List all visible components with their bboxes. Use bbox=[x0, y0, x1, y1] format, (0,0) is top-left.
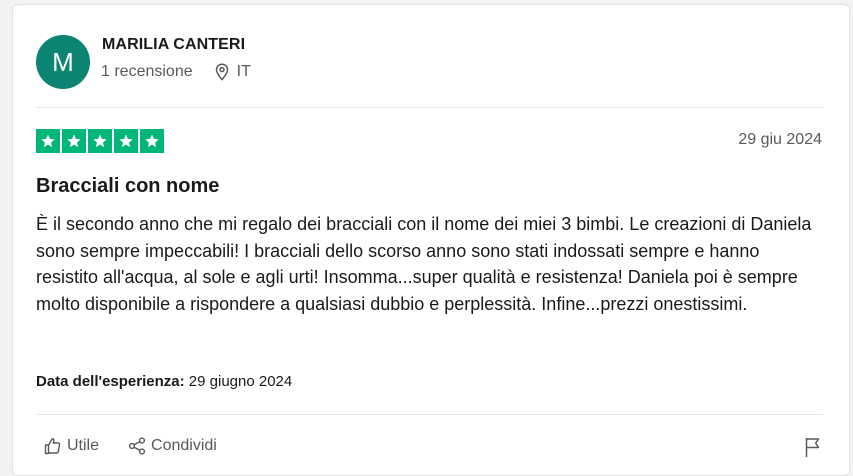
review-card: M MARILIA CANTERI 1 recensione IT 29 giu… bbox=[12, 4, 850, 476]
share-button[interactable]: Condividi bbox=[127, 436, 217, 456]
country-code: IT bbox=[236, 63, 251, 80]
star-icon bbox=[140, 129, 164, 153]
review-body: È il secondo anno che mi regalo dei brac… bbox=[36, 214, 812, 314]
flag-icon bbox=[805, 438, 820, 457]
star-icon bbox=[62, 129, 86, 153]
star-icon bbox=[114, 129, 138, 153]
thumbs-up-icon bbox=[44, 438, 61, 455]
useful-label: Utile bbox=[67, 437, 100, 454]
star-icon bbox=[88, 129, 112, 153]
reviewer-location: IT bbox=[215, 63, 251, 81]
experience-date: Data dell'esperienza: 29 giugno 2024 bbox=[36, 373, 292, 390]
divider bbox=[36, 107, 823, 108]
useful-button[interactable]: Utile bbox=[43, 436, 99, 456]
share-label: Condividi bbox=[151, 437, 217, 454]
experience-label: Data dell'esperienza: bbox=[36, 373, 185, 390]
location-pin-icon bbox=[215, 63, 228, 81]
review-title[interactable]: Bracciali con nome bbox=[36, 175, 219, 198]
reviewer-meta: 1 recensione IT bbox=[101, 63, 251, 81]
avatar[interactable]: M bbox=[36, 35, 90, 89]
star-rating bbox=[36, 129, 166, 153]
share-icon bbox=[128, 437, 146, 455]
review-date: 29 giu 2024 bbox=[738, 131, 822, 148]
divider bbox=[36, 414, 823, 415]
experience-value: 29 giugno 2024 bbox=[188, 373, 293, 390]
star-icon bbox=[36, 129, 60, 153]
reviews-count: 1 recensione bbox=[101, 63, 193, 80]
reviewer-name[interactable]: MARILIA CANTERI bbox=[102, 36, 245, 54]
review-actions: Utile Condividi bbox=[43, 436, 217, 456]
report-button[interactable] bbox=[803, 436, 823, 463]
